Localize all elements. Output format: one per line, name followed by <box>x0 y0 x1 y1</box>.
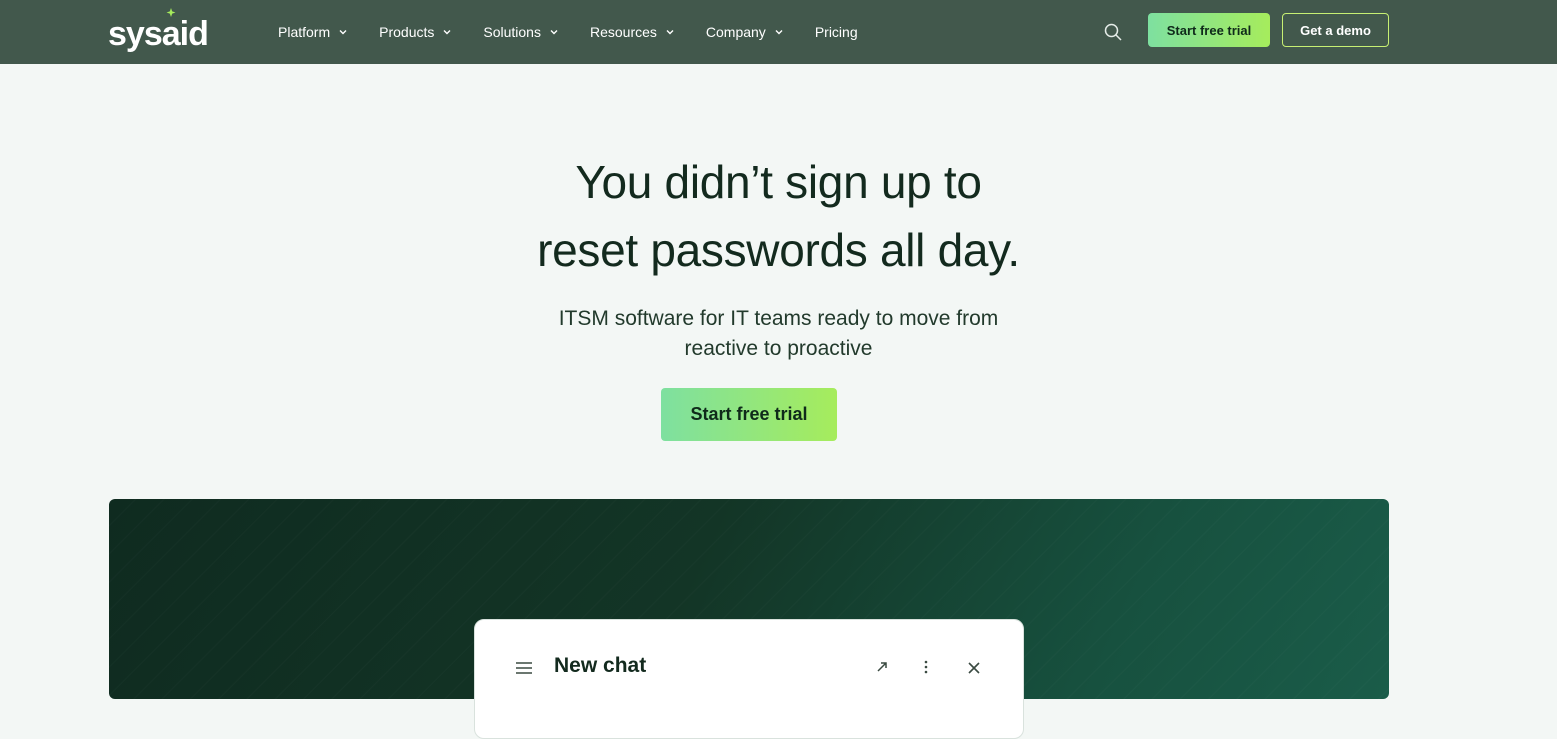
get-a-demo-button[interactable]: Get a demo <box>1282 13 1389 47</box>
nav-item-label: Products <box>379 24 435 40</box>
nav-item-solutions[interactable]: Solutions <box>483 24 559 40</box>
close-icon[interactable] <box>967 661 981 675</box>
menu-icon[interactable] <box>515 661 533 675</box>
nav-item-pricing[interactable]: Pricing <box>815 24 858 40</box>
hero-subtitle: ITSM software for IT teams ready to move… <box>0 304 1557 364</box>
chevron-down-icon <box>775 30 783 35</box>
logo-text-suffix: id <box>179 15 209 53</box>
chat-window: New chat <box>474 619 1024 739</box>
logo-letter-a: a <box>161 8 181 53</box>
chat-title: New chat <box>554 654 647 677</box>
nav-item-platform[interactable]: Platform <box>278 24 348 40</box>
hero-title-line: reset passwords all day. <box>537 224 1020 276</box>
chevron-down-icon <box>550 30 558 35</box>
nav-item-label: Resources <box>589 24 657 40</box>
hero-title-line: You didn’t sign up to <box>575 156 982 208</box>
main-menu: Platform Products Solutions Resources Co… <box>278 0 889 64</box>
chevron-down-icon <box>443 30 451 35</box>
hero-start-free-trial-button[interactable]: Start free trial <box>661 388 837 441</box>
logo-text-a: a <box>161 15 181 53</box>
nav-item-label: Company <box>705 24 766 40</box>
nav-item-company[interactable]: Company <box>706 24 784 40</box>
expand-icon[interactable] <box>875 660 889 674</box>
start-free-trial-button[interactable]: Start free trial <box>1148 13 1270 47</box>
search-icon[interactable] <box>1103 22 1123 42</box>
more-icon[interactable] <box>923 660 929 674</box>
logo-text-prefix: sys <box>108 15 163 53</box>
top-navigation-bar: sys a id Platform Products Solutions Reso… <box>0 0 1557 64</box>
hero-title: You didn’t sign up to reset passwords al… <box>0 148 1557 284</box>
hero-subtitle-line: ITSM software for IT teams ready to move… <box>558 307 999 330</box>
nav-item-label: Platform <box>278 24 331 40</box>
nav-item-resources[interactable]: Resources <box>590 24 675 40</box>
nav-item-label: Pricing <box>814 24 858 40</box>
chevron-down-icon <box>666 30 674 35</box>
chevron-down-icon <box>339 30 347 35</box>
logo-spark-icon <box>166 8 176 17</box>
sysaid-logo[interactable]: sys a id <box>108 8 218 53</box>
nav-item-products[interactable]: Products <box>379 24 452 40</box>
hero-subtitle-line: reactive to proactive <box>684 337 873 360</box>
nav-item-label: Solutions <box>483 24 541 40</box>
